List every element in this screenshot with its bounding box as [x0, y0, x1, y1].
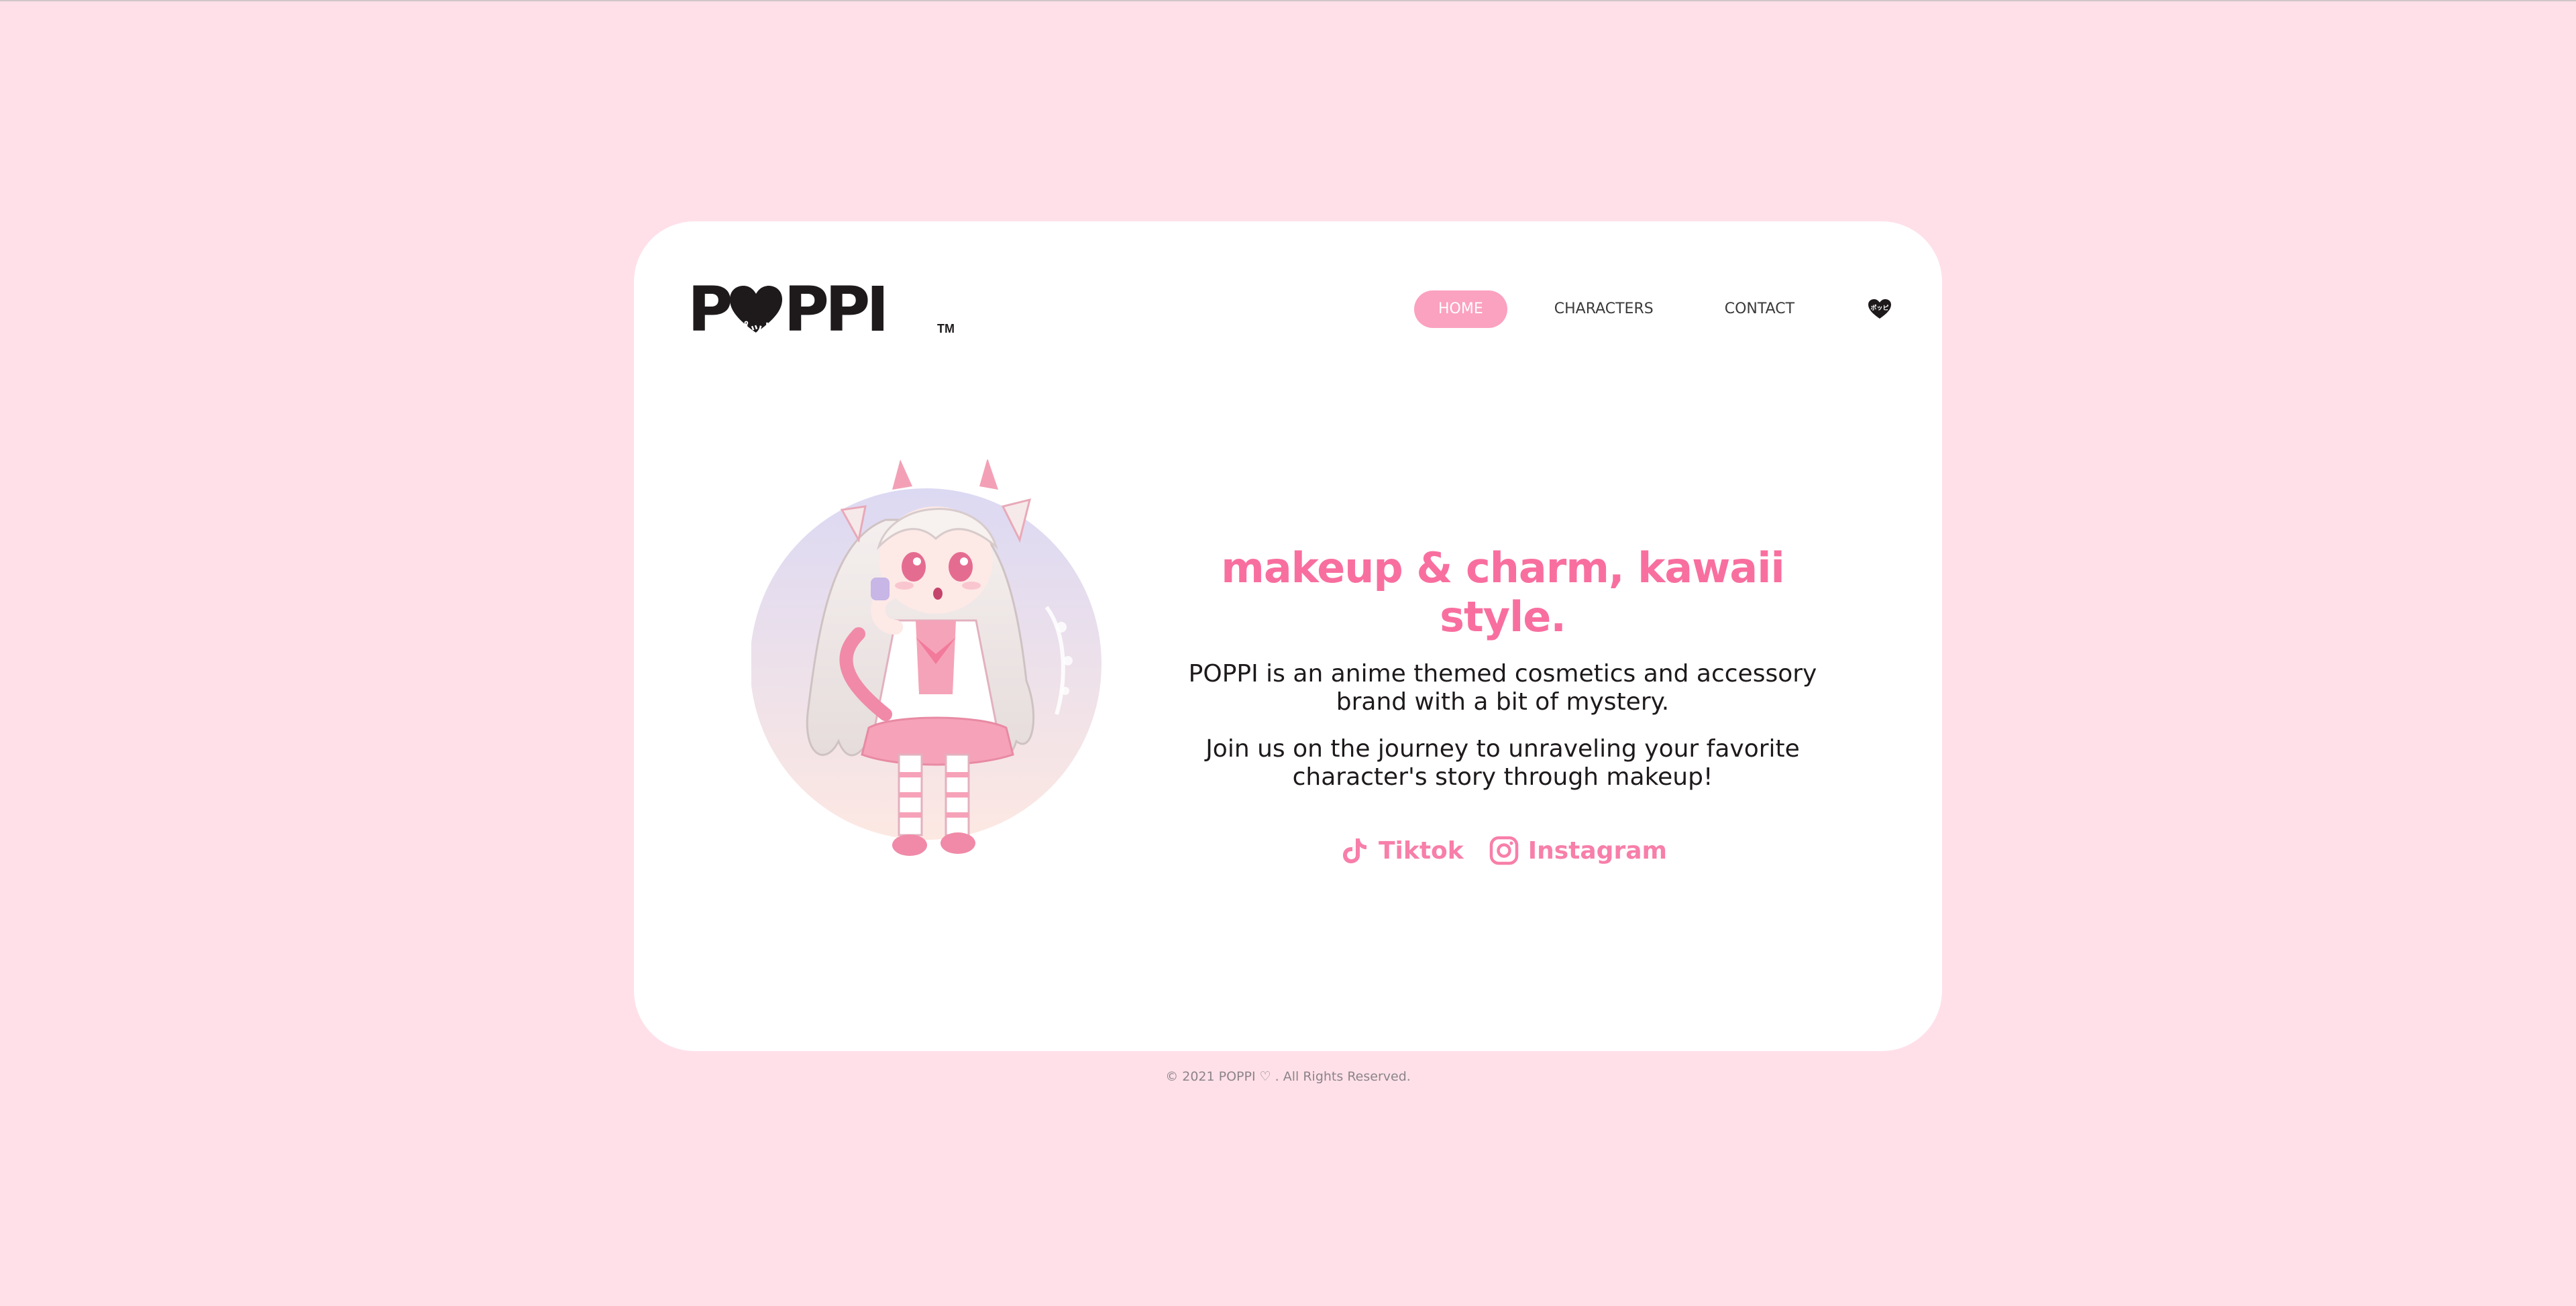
nav-contact[interactable]: CONTACT — [1701, 290, 1819, 328]
trademark-mark: TM — [937, 322, 955, 335]
tiktok-label: Tiktok — [1378, 836, 1464, 865]
main-card: P ポッピ PPI TM HOME CHARACTERS CONTACT ポッピ — [634, 221, 1942, 1051]
top-border — [0, 0, 2576, 1]
tiktok-icon — [1342, 838, 1366, 863]
hero-headline: makeup & charm, kawaii style. — [1221, 543, 1785, 641]
logo-wordmark: P ポッピ PPI — [688, 274, 890, 345]
hero-paragraph-2: Join us on the journey to unraveling you… — [1205, 735, 1800, 791]
instagram-link[interactable]: Instagram — [1488, 834, 1667, 867]
tiktok-link[interactable]: Tiktok — [1338, 834, 1464, 867]
logo-heart-icon: ポッピ — [730, 286, 783, 338]
nav-heart-text: ポッピ — [1870, 305, 1889, 311]
social-links: Tiktok Instagram — [1157, 834, 1848, 867]
nav-home[interactable]: HOME — [1414, 290, 1507, 328]
main-nav: HOME CHARACTERS CONTACT ポッピ — [1414, 290, 1892, 328]
logo-prefix: P — [688, 274, 733, 345]
cart-heart-icon[interactable]: ポッピ — [1868, 299, 1892, 319]
logo-heart-text: ポッピ — [734, 321, 779, 338]
instagram-icon — [1489, 836, 1518, 865]
character-illustration — [751, 459, 1127, 889]
poppi-logo[interactable]: P ポッピ PPI TM — [688, 270, 955, 345]
logo-suffix: PPI — [784, 274, 889, 345]
hero-paragraph-1: POPPI is an anime themed cosmetics and a… — [1188, 660, 1817, 716]
nav-characters[interactable]: CHARACTERS — [1530, 290, 1678, 328]
instagram-label: Instagram — [1527, 836, 1667, 865]
footer-copyright: © 2021 POPPI ♡ . All Rights Reserved. — [1165, 1069, 1411, 1084]
hero-copy: makeup & charm, kawaii style. POPPI is a… — [1157, 543, 1848, 867]
